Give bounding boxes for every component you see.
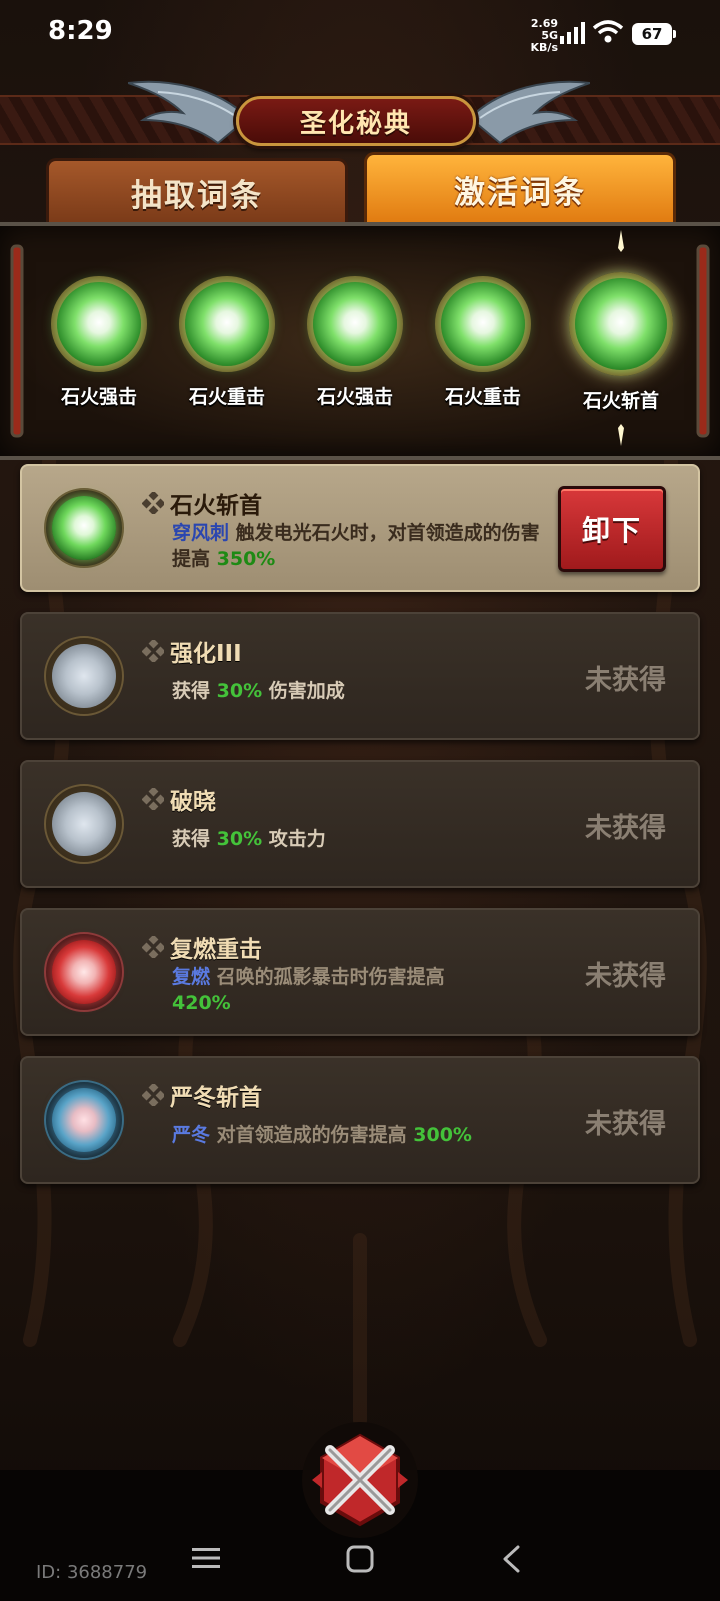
- signal-icon: [560, 22, 585, 44]
- entry-title: 石火斩首: [170, 493, 262, 519]
- wifi-icon: [592, 20, 624, 43]
- entry-value: 300%: [413, 1124, 472, 1146]
- entry-description: 复燃 召唤的孤影暴击时伤害提高 420%: [172, 964, 542, 1016]
- slot-4[interactable]: 石火重击: [428, 276, 538, 409]
- entry-orb-ring: [44, 932, 124, 1012]
- entry-desc-text: 召唤的孤影暴击时伤害提高: [210, 966, 445, 988]
- slot-label: 石火重击: [188, 386, 265, 408]
- entry-description: 获得 30% 攻击力: [172, 826, 542, 852]
- status-bar: 8:29 2.69 5G KB/s 67: [0, 0, 720, 70]
- entry-description: 穿风刺 触发电光石火时，对首领造成的伤害提高 350%: [172, 520, 542, 572]
- green-orb-icon: [52, 496, 116, 560]
- entry-orb-ring: [44, 784, 124, 864]
- entry-value: 420%: [172, 992, 231, 1014]
- entry-description: 获得 30% 伤害加成: [172, 678, 542, 704]
- slot-5-selected[interactable]: 石火斩首: [566, 272, 676, 413]
- diamond-bullet-icon: [142, 640, 164, 662]
- entry-status: 未获得: [585, 961, 666, 992]
- entry-title: 严冬斩首: [170, 1085, 262, 1111]
- entry-status: 未获得: [585, 1109, 666, 1140]
- entry-keyword: 穿风刺: [172, 522, 230, 544]
- back-icon[interactable]: [500, 1544, 524, 1574]
- right-wing-icon: [470, 80, 590, 145]
- entry-orb-ring: [44, 636, 124, 716]
- entry-desc-suffix: 攻击力: [262, 828, 326, 850]
- green-orb-icon: [57, 282, 141, 366]
- slot-label: 石火重击: [444, 386, 521, 408]
- slot-label: 石火斩首: [582, 390, 659, 412]
- slot-3[interactable]: 石火强击: [300, 276, 410, 409]
- entry-keyword: 严冬: [172, 1124, 211, 1146]
- panel-frame-left-ornament: [10, 244, 24, 438]
- entry-card-1[interactable]: 石火斩首 穿风刺 触发电光石火时，对首领造成的伤害提高 350% 卸下: [20, 464, 700, 592]
- entry-desc-suffix: 伤害加成: [262, 680, 345, 702]
- page-title: 圣化秘典: [299, 108, 412, 139]
- menu-icon[interactable]: [192, 1546, 220, 1570]
- unequip-button[interactable]: 卸下: [558, 486, 666, 572]
- tab-activate-entries[interactable]: 激活词条: [364, 152, 676, 224]
- entry-orb-ring: [44, 488, 124, 568]
- selection-sparkle-icon: [618, 424, 624, 446]
- entry-desc-text: 对首领造成的伤害提高: [210, 1124, 414, 1146]
- entry-description: 严冬 对首领造成的伤害提高 300%: [172, 1122, 542, 1148]
- entry-keyword: 复燃: [172, 966, 211, 988]
- entry-title-row: 强化III: [142, 634, 242, 668]
- entry-card-2[interactable]: 强化III 获得 30% 伤害加成 未获得: [20, 612, 700, 740]
- blue-orb-icon: [52, 1088, 116, 1152]
- close-emblem-icon[interactable]: [300, 1420, 420, 1540]
- green-orb-icon: [441, 282, 525, 366]
- slot-orb-ring: [51, 276, 147, 372]
- entry-card-3[interactable]: 破晓 获得 30% 攻击力 未获得: [20, 760, 700, 888]
- left-wing-icon: [128, 80, 248, 145]
- entry-status: 未获得: [585, 665, 666, 696]
- diamond-bullet-icon: [142, 492, 164, 514]
- slot-1[interactable]: 石火强击: [44, 276, 154, 409]
- entry-orb-ring: [44, 1080, 124, 1160]
- entry-card-5[interactable]: 严冬斩首 严冬 对首领造成的伤害提高 300% 未获得: [20, 1056, 700, 1184]
- slot-orb-ring: [307, 276, 403, 372]
- tab-activate-entries-label: 激活词条: [454, 175, 586, 211]
- network-speed-unit: KB/s: [530, 41, 558, 54]
- entry-status: 未获得: [585, 813, 666, 844]
- entry-title-row: 石火斩首: [142, 486, 262, 520]
- slot-2[interactable]: 石火重击: [172, 276, 282, 409]
- slot-label: 石火强击: [60, 386, 137, 408]
- network-speed-value: 2.69 5G: [530, 17, 558, 42]
- slot-label: 石火强击: [316, 386, 393, 408]
- green-orb-icon: [313, 282, 397, 366]
- slot-orb-ring: [435, 276, 531, 372]
- battery-icon: 67: [632, 23, 676, 45]
- entry-title-row: 严冬斩首: [142, 1078, 262, 1112]
- diamond-bullet-icon: [142, 936, 164, 958]
- home-icon[interactable]: [346, 1545, 374, 1573]
- title-plate: 圣化秘典: [236, 96, 476, 146]
- entry-card-4[interactable]: 复燃重击 复燃 召唤的孤影暴击时伤害提高 420% 未获得: [20, 908, 700, 1036]
- grey-orb-icon: [52, 644, 116, 708]
- selection-sparkle-icon: [618, 230, 624, 252]
- entry-value: 350%: [216, 548, 276, 570]
- entry-value: 30%: [216, 680, 263, 702]
- diamond-bullet-icon: [142, 788, 164, 810]
- tab-draw-entries[interactable]: 抽取词条: [46, 158, 348, 224]
- user-id: ID: 3688779: [36, 1562, 148, 1583]
- green-orb-icon: [185, 282, 269, 366]
- red-orb-icon: [52, 940, 116, 1004]
- entry-title: 复燃重击: [170, 937, 262, 963]
- entry-title-row: 破晓: [142, 782, 216, 816]
- entry-value: 30%: [216, 828, 263, 850]
- status-time: 8:29: [48, 16, 113, 46]
- entry-title: 破晓: [170, 789, 216, 815]
- slot-orb-ring: [179, 276, 275, 372]
- entry-desc-prefix: 获得: [172, 828, 217, 850]
- network-speed: 2.69 5G KB/s: [518, 18, 558, 54]
- entry-title: 强化III: [170, 641, 242, 667]
- tab-draw-entries-label: 抽取词条: [131, 178, 263, 214]
- slot-orb-ring: [569, 272, 673, 376]
- green-orb-icon: [575, 278, 667, 370]
- diamond-bullet-icon: [142, 1084, 164, 1106]
- grey-orb-icon: [52, 792, 116, 856]
- entry-title-row: 复燃重击: [142, 930, 262, 964]
- entry-desc-prefix: 获得: [172, 680, 217, 702]
- panel-frame-right-ornament: [696, 244, 710, 438]
